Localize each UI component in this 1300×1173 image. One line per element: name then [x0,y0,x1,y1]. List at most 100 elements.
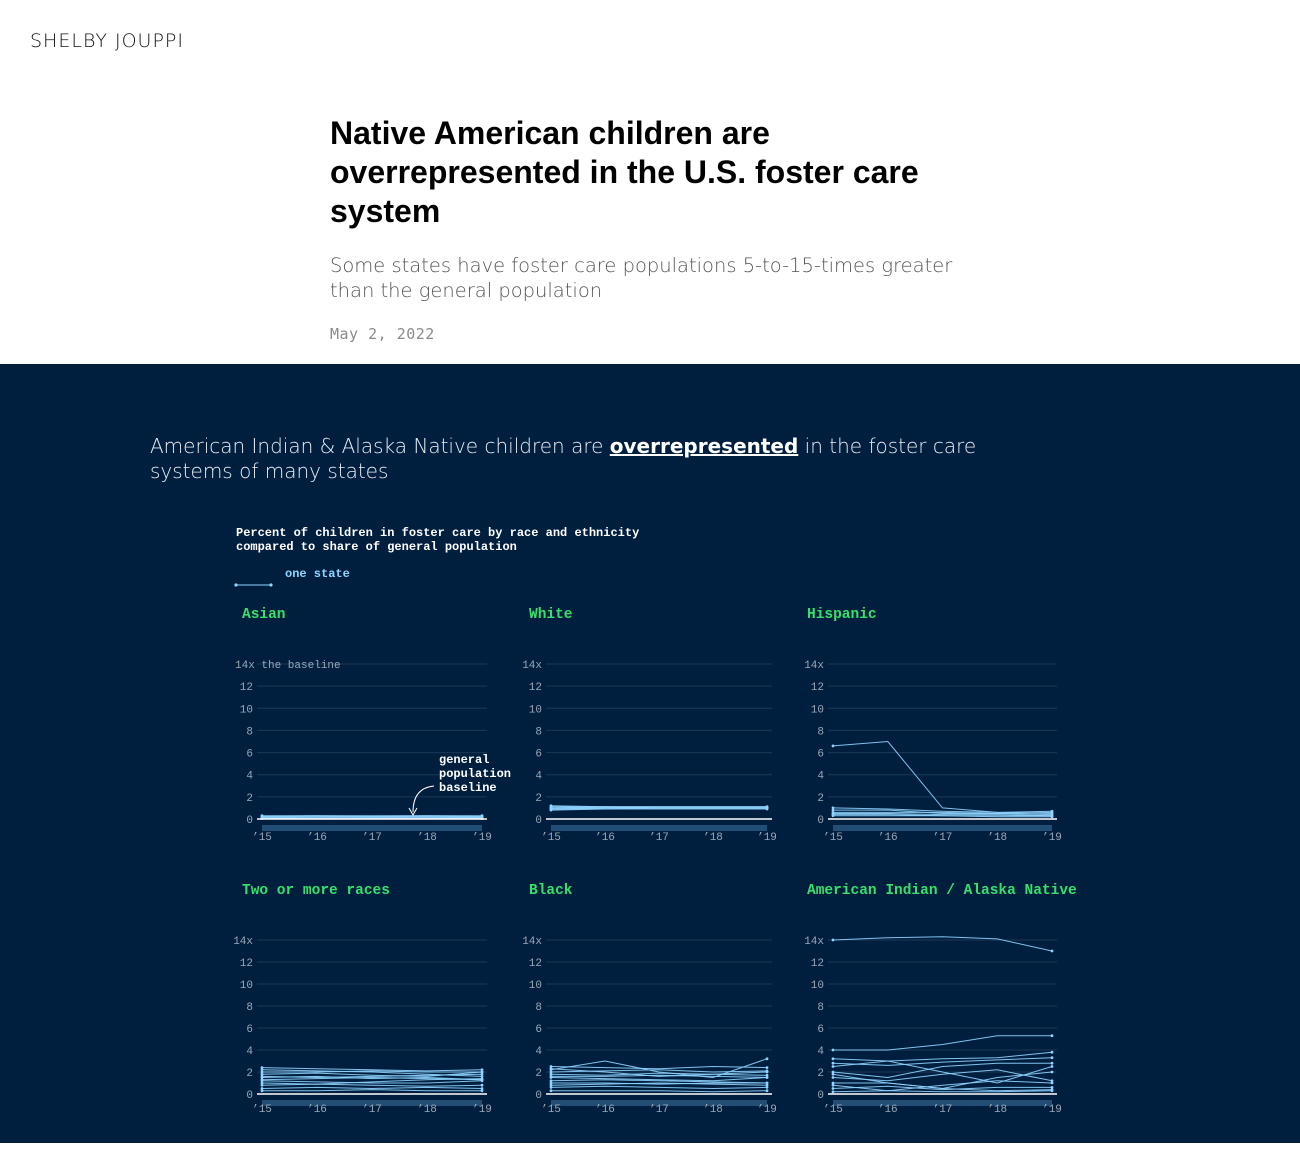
y-tick-label: 6 [246,749,253,761]
state-line [551,1090,768,1093]
y-tick-label: 14x [804,936,824,948]
y-tick-label: 0 [246,815,253,827]
y-tick-label: 10 [529,704,542,716]
x-tick-label: ’16 [878,832,898,844]
y-tick-label: 10 [240,704,253,716]
x-tick-label: ’17 [649,832,669,844]
state-point [480,1089,484,1093]
x-tick-label: ’16 [307,1104,327,1116]
state-line [833,1035,1052,1051]
annotation-text: population [439,767,511,781]
x-tick-label: ’16 [307,832,327,844]
x-tick-label: ’16 [595,832,615,844]
state-line [832,1051,1053,1062]
article-date: May 2, 2022 [330,325,435,343]
x-tick-label: ’18 [417,832,437,844]
site-name[interactable]: SHELBY JOUPPI [30,30,184,52]
y-tick-label: 8 [535,726,542,738]
state-point [549,1089,553,1093]
x-tick-label: ’15 [252,832,272,844]
state-point [260,1083,264,1087]
panel-title-black: Black [529,883,573,899]
y-tick-label: 6 [246,1024,253,1036]
state-point [1050,1056,1054,1060]
x-tick-label: ’15 [541,1104,561,1116]
x-tick-label: ’15 [252,1104,272,1116]
state-point [1050,1081,1054,1085]
y-tick-label: 12 [529,682,542,694]
state-point [260,1078,264,1082]
state-line [261,1071,483,1077]
state-line [832,1090,1053,1093]
state-point [765,1057,769,1061]
y-tick-label: 0 [817,815,824,827]
x-tick-label: ’18 [987,1104,1007,1116]
panel-title-asian: Asian [242,607,286,623]
chart-section: American Indian & Alaska Native children… [0,364,1300,1143]
state-point [831,1048,835,1052]
legend-label: one state [285,567,350,581]
state-point [1050,1070,1054,1074]
legend-dot-start [234,583,238,587]
state-point [765,1066,769,1069]
chart-title: Percent of children in foster care by ra… [236,526,639,540]
x-tick-label: ’19 [757,1104,777,1116]
x-tick-label: ’17 [362,832,382,844]
x-tick-label: ’18 [703,1104,723,1116]
x-tick-label: ’19 [472,1104,492,1116]
state-point [480,1078,484,1082]
y-tick-label: 4 [817,771,824,783]
panel-title-american-indian-alaska-native: American Indian / Alaska Native [807,883,1077,899]
y-tick-label: 0 [246,1090,253,1102]
y-tick-label: 4 [246,771,253,783]
state-point [260,1075,264,1078]
baseline-band [551,825,767,831]
y-tick-label: 8 [246,1002,253,1014]
state-point [831,1076,835,1079]
baseline-band [833,825,1052,831]
x-tick-label: ’17 [649,1104,669,1116]
y-tick-label: 6 [817,749,824,761]
y-tick-label: 2 [246,793,253,805]
x-tick-label: ’15 [823,1104,843,1116]
y-tick-label: 2 [535,1068,542,1080]
y-tick-label: 10 [811,704,824,716]
state-point [765,1089,769,1093]
state-point [831,1083,835,1087]
x-tick-label: ’15 [823,832,843,844]
panel-title-hispanic: Hispanic [807,607,877,623]
chart-subtitle: compared to share of general population [236,540,517,554]
baseline-band [262,825,482,831]
y-tick-label: 4 [246,1046,253,1058]
article-header: Native American children are overreprese… [330,114,990,343]
state-point [831,938,835,942]
y-tick-label: 6 [817,1024,824,1036]
state-point [831,1061,835,1065]
state-point [1050,949,1054,953]
y-tick-label: 8 [817,1002,824,1014]
y-tick-label: 0 [535,815,542,827]
panel-title-white: White [529,607,573,623]
x-tick-label: ’18 [417,1104,437,1116]
state-point [480,1068,484,1072]
state-line [550,1065,768,1070]
y-tick-label: 12 [811,958,824,970]
y-tick-label: 2 [246,1068,253,1080]
x-tick-label: ’19 [472,832,492,844]
y-tick-label: 6 [535,749,542,761]
y-tick-label: 4 [535,1046,542,1058]
annotation-text: general [439,753,489,767]
y-tick-label: 14x the baseline [235,660,341,672]
state-point [831,1057,835,1061]
state-line [261,1083,483,1087]
state-point [1050,1065,1054,1068]
state-point [549,1067,553,1071]
x-tick-label: ’16 [595,1104,615,1116]
state-line [261,1086,483,1090]
state-point [549,1075,553,1078]
state-point [260,1066,264,1069]
y-tick-label: 14x [804,660,824,672]
y-tick-label: 12 [240,682,253,694]
state-point [1050,1089,1054,1093]
article-subtitle: Some states have foster care populations… [330,254,953,302]
